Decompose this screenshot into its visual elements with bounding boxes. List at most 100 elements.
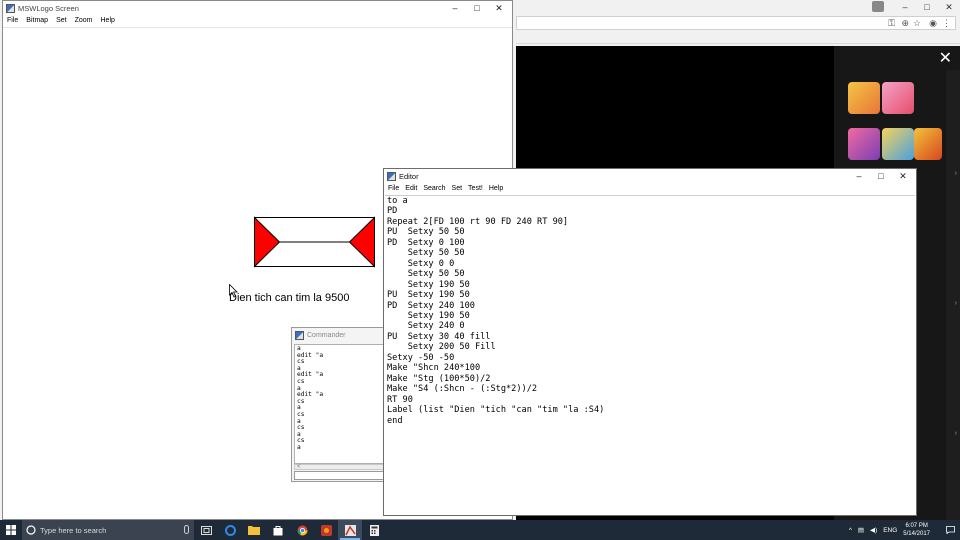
editor-titlebar[interactable]: Editor – □ ✕ xyxy=(384,169,916,183)
history-line[interactable]: cs xyxy=(297,378,383,386)
editor-maximize-button[interactable]: □ xyxy=(870,169,892,183)
commander-history-list[interactable]: a edit "a cs a edit "a cs a edit "a cs a… xyxy=(294,344,386,464)
scroll-arrow-icon[interactable]: › xyxy=(955,300,957,307)
history-line[interactable]: cs xyxy=(297,359,383,366)
scroll-arrow-icon[interactable]: › xyxy=(955,430,957,437)
start-button[interactable] xyxy=(0,520,22,540)
history-line[interactable]: edit "a xyxy=(297,352,383,360)
history-line[interactable]: a xyxy=(297,431,383,439)
editor-menu-help[interactable]: Help xyxy=(489,185,503,192)
task-view-button[interactable] xyxy=(194,520,218,540)
store-taskbar-button[interactable] xyxy=(266,520,290,540)
commander-title: Commander xyxy=(307,331,346,339)
commander-horizontal-scrollbar[interactable]: < xyxy=(294,464,386,470)
editor-menu-search[interactable]: Search xyxy=(423,185,445,192)
chrome-taskbar-button[interactable] xyxy=(290,520,314,540)
commander-app-icon xyxy=(295,330,304,340)
chrome-icon xyxy=(297,525,307,535)
code-editor-textarea[interactable]: to a PD Repeat 2[FD 100 rt 90 FD 240 RT … xyxy=(385,195,915,515)
editor-close-button[interactable]: ✕ xyxy=(892,169,914,183)
calculator-icon xyxy=(369,524,379,536)
mswlogo-taskbar-button[interactable] xyxy=(338,520,362,540)
game-taskbar-button[interactable] xyxy=(314,520,338,540)
edge-taskbar-button[interactable] xyxy=(218,520,242,540)
address-bar[interactable]: ⚿ ⊕ ☆ ◉ ⋮ xyxy=(516,16,956,30)
menu-file[interactable]: File xyxy=(7,17,18,24)
editor-window-controls: – □ ✕ xyxy=(848,169,914,183)
history-line[interactable]: edit "a xyxy=(297,372,383,379)
game-thumbnail[interactable] xyxy=(848,128,880,160)
mswlogo-icon xyxy=(344,524,356,536)
browser-minimize-button[interactable]: – xyxy=(894,0,916,14)
notification-icon xyxy=(945,526,955,534)
editor-minimize-button[interactable]: – xyxy=(848,169,870,183)
clock-date: 5/14/2017 xyxy=(903,531,930,537)
network-icon[interactable]: ▤ xyxy=(858,526,864,534)
editor-menu-file[interactable]: File xyxy=(388,185,399,192)
extension-icon[interactable]: ◉ xyxy=(929,17,937,30)
taskbar-search-box[interactable]: Type here to search xyxy=(22,520,194,540)
menu-bitmap[interactable]: Bitmap xyxy=(26,17,48,24)
profile-icon[interactable] xyxy=(872,1,884,12)
store-bag-icon xyxy=(273,525,283,535)
editor-menu-test[interactable]: Test! xyxy=(468,185,483,192)
search-placeholder: Type here to search xyxy=(40,525,107,535)
browser-close-button[interactable]: ✕ xyxy=(938,0,960,14)
menu-help[interactable]: Help xyxy=(101,17,115,24)
language-indicator[interactable]: ENG xyxy=(883,527,897,534)
maximize-button[interactable]: □ xyxy=(466,1,488,15)
commander-titlebar[interactable]: Commander xyxy=(292,328,390,342)
menu-icon[interactable]: ⋮ xyxy=(942,17,951,30)
mswlogo-menubar: File Bitmap Set Zoom Help xyxy=(3,15,512,26)
microphone-icon[interactable] xyxy=(184,525,189,534)
task-view-icon xyxy=(200,525,212,535)
cortana-icon xyxy=(26,525,36,535)
clock-time: 6:07 PM xyxy=(905,523,928,529)
history-line[interactable]: edit "a xyxy=(297,392,383,399)
zoom-icon[interactable]: ⊕ xyxy=(901,17,909,30)
commander-window: Commander a edit "a cs a edit "a cs a ed… xyxy=(291,327,391,482)
history-line[interactable]: cs xyxy=(297,438,383,445)
window-controls: – □ ✕ xyxy=(444,1,510,15)
game-thumbnail[interactable] xyxy=(882,82,914,114)
volume-icon[interactable]: ◀) xyxy=(870,526,877,534)
minimize-button[interactable]: – xyxy=(444,1,466,15)
scroll-left-icon[interactable]: < xyxy=(297,464,301,470)
overlay-close-icon[interactable]: ✕ xyxy=(939,48,952,68)
history-line[interactable]: a xyxy=(297,444,383,452)
history-line[interactable]: a xyxy=(297,405,383,412)
commander-input[interactable] xyxy=(294,471,386,480)
calculator-taskbar-button[interactable] xyxy=(362,520,386,540)
game-thumbnail[interactable] xyxy=(914,128,942,160)
taskbar-clock[interactable]: 6:07 PM 5/14/2017 xyxy=(903,522,930,538)
browser-maximize-button[interactable]: □ xyxy=(916,0,938,14)
close-button[interactable]: ✕ xyxy=(488,1,510,15)
bookmarks-bar xyxy=(516,32,960,44)
mswlogo-titlebar[interactable]: MSWLogo Screen – □ ✕ xyxy=(3,1,512,15)
file-explorer-taskbar-button[interactable] xyxy=(242,520,266,540)
menu-set[interactable]: Set xyxy=(56,17,67,24)
history-line[interactable]: a xyxy=(297,418,383,426)
history-line[interactable]: cs xyxy=(297,398,383,406)
editor-menu-edit[interactable]: Edit xyxy=(405,185,417,192)
mouse-cursor-icon xyxy=(229,284,238,298)
system-tray: ^ ▤ ◀) ENG 6:07 PM 5/14/2017 xyxy=(849,520,960,540)
overlay-scrollbar[interactable]: › › › xyxy=(946,70,960,520)
editor-menu-set[interactable]: Set xyxy=(452,185,463,192)
edge-browser-icon xyxy=(224,524,236,536)
game-thumbnail[interactable] xyxy=(848,82,880,114)
star-icon[interactable]: ☆ xyxy=(913,17,921,30)
action-center-button[interactable] xyxy=(944,520,956,540)
editor-title: Editor xyxy=(399,171,419,181)
history-line[interactable]: cs xyxy=(297,411,383,419)
scroll-arrow-icon[interactable]: › xyxy=(955,170,957,177)
key-icon[interactable]: ⚿ xyxy=(888,17,895,30)
browser-window-controls: – □ ✕ xyxy=(894,0,960,14)
mswlogo-app-icon xyxy=(6,3,15,13)
show-hidden-icons-button[interactable]: ^ xyxy=(849,527,852,534)
window-title: MSWLogo Screen xyxy=(18,3,79,13)
menu-zoom[interactable]: Zoom xyxy=(75,17,93,24)
game-thumbnail[interactable] xyxy=(882,128,914,160)
editor-window: Editor – □ ✕ File Edit Search Set Test! … xyxy=(383,168,917,516)
history-line[interactable]: cs xyxy=(297,425,383,432)
